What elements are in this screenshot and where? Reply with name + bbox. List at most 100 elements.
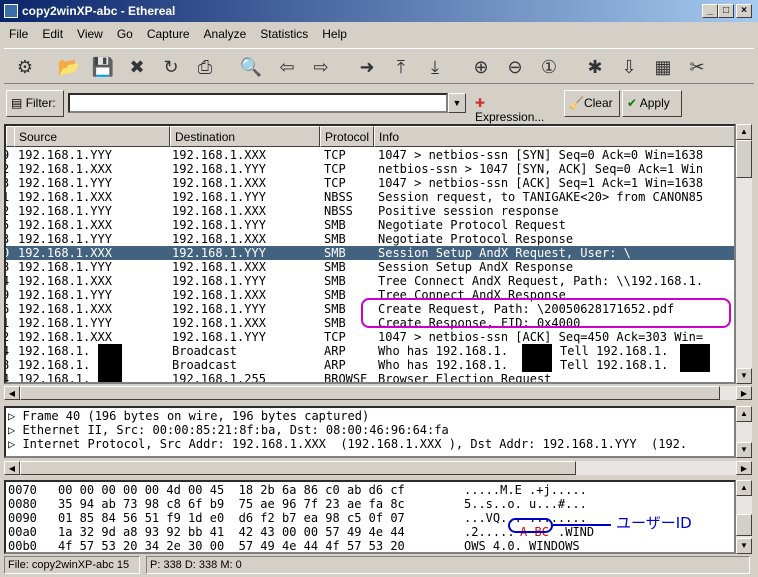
scroll-down-arrow[interactable]: ▼ <box>736 538 752 554</box>
zoom-100-icon[interactable]: ① <box>536 54 562 80</box>
packet-row[interactable]: 4 192.168.1. Broadcast ARP Who has 192.168.1… <box>6 344 734 358</box>
packet-row[interactable]: 2 192.168.1.YYY 192.168.1.XXX NBSS Positive … <box>6 204 734 218</box>
column-header-source[interactable]: Source <box>14 126 170 147</box>
maximize-button[interactable]: □ <box>718 4 734 18</box>
display-filter-icon[interactable]: ⇩ <box>616 54 642 80</box>
apply-button[interactable]: ✔ Apply <box>622 90 682 117</box>
scroll-thumb[interactable] <box>736 514 752 536</box>
back-icon[interactable]: ⇦ <box>274 54 300 80</box>
scroll-right-arrow[interactable]: ▶ <box>736 386 752 400</box>
packet-list-hscrollbar[interactable]: ◀ ▶ <box>4 386 752 400</box>
packet-row[interactable]: 3 192.168.1.YYY 192.168.1.XXX SMB Negotiate … <box>6 232 734 246</box>
packet-list[interactable]: Source Destination Protocol Info 9 192.16… <box>4 124 736 384</box>
menu-file[interactable]: File <box>0 24 33 41</box>
packet-destination: 192.168.1.YYY <box>172 302 266 316</box>
column-header-destination[interactable]: Destination <box>170 126 320 147</box>
packet-destination: 192.168.1.XXX <box>172 260 266 274</box>
minimize-button[interactable]: _ <box>702 4 718 18</box>
save-icon[interactable]: 💾 <box>90 54 116 80</box>
hscroll-thumb[interactable] <box>20 461 576 475</box>
scroll-down-arrow[interactable]: ▼ <box>736 368 752 384</box>
filter-input[interactable] <box>68 93 448 113</box>
packet-info: Who has 192.168.1. <box>378 344 509 358</box>
packet-protocol: SMB <box>324 246 346 260</box>
packet-source: 192.168.1.XXX <box>18 190 112 204</box>
packet-protocol: TCP <box>324 148 346 162</box>
menu-view[interactable]: View <box>68 24 108 41</box>
packet-row[interactable]: 4 192.168.1.XXX 192.168.1.YYY SMB Tree Conne… <box>6 274 734 288</box>
ascii-text: OWS 4.0. WINDOWS <box>464 539 580 553</box>
packet-info: 1047 > netbios-ssn [ACK] Seq=1 Ack=1 Win… <box>378 176 704 190</box>
expression-button[interactable]: ✚ Expression... <box>470 90 560 124</box>
menu-statistics[interactable]: Statistics <box>251 24 313 41</box>
packet-info: Session request, to TANIGAKE<20> from CA… <box>378 190 704 204</box>
details-scrollbar[interactable]: ▲ ▼ <box>736 406 752 458</box>
menu-go[interactable]: Go <box>108 24 138 41</box>
scroll-right-arrow[interactable]: ▶ <box>736 461 752 475</box>
detail-tree-item[interactable]: ▷ Internet Protocol, Src Addr: 192.168.1… <box>8 437 732 451</box>
packet-row[interactable]: 0 192.168.1.XXX 192.168.1.YYY SMB Session Se… <box>6 246 734 260</box>
clear-button[interactable]: 🧹Clear <box>564 90 620 117</box>
print-icon[interactable]: ⎙ <box>192 54 218 80</box>
packet-row[interactable]: 1 192.168.1.XXX 192.168.1.YYY NBSS Session r… <box>6 190 734 204</box>
menu-capture[interactable]: Capture <box>138 24 195 41</box>
detail-tree-item[interactable]: ▷ Ethernet II, Src: 00:00:85:21:8f:ba, D… <box>8 423 732 437</box>
menu-help[interactable]: Help <box>313 24 352 41</box>
menu-analyze[interactable]: Analyze <box>195 24 252 41</box>
open-file-icon[interactable]: 📂 <box>56 54 82 80</box>
close-icon[interactable]: ✖ <box>124 54 150 80</box>
packet-destination: Broadcast <box>172 344 238 358</box>
zoom-out-icon[interactable]: ⊖ <box>502 54 528 80</box>
bytes-scrollbar[interactable]: ▲ ▼ <box>736 480 752 554</box>
packet-info: Negotiate Protocol Response <box>378 232 574 246</box>
scroll-up-arrow[interactable]: ▲ <box>736 480 752 496</box>
details-hscrollbar[interactable]: ◀ ▶ <box>4 461 752 475</box>
capture-filter-icon[interactable]: ✱ <box>582 54 608 80</box>
packet-row[interactable]: 4 192.168.1. 192.168.1.255 BROWSE Browser El… <box>6 372 734 384</box>
last-icon[interactable]: ⤓ <box>422 54 448 80</box>
packet-source: 192.168.1.YYY <box>18 260 112 274</box>
highlight-box <box>361 298 731 328</box>
column-header-info[interactable]: Info <box>374 126 734 147</box>
open-interfaces-icon[interactable]: ⚙ <box>12 54 38 80</box>
first-icon[interactable]: ⤒ <box>388 54 414 80</box>
find-icon[interactable]: 🔍 <box>238 54 264 80</box>
filter-bar: ▤ Filter: ▼ ✚ Expression... 🧹Clear ✔ App… <box>4 88 754 124</box>
packet-row[interactable]: 8 192.168.1. Broadcast ARP Who has 192.168.1… <box>6 358 734 372</box>
forward-icon[interactable]: ⇨ <box>308 54 334 80</box>
packet-source: 192.168.1. <box>18 344 91 358</box>
scroll-thumb[interactable] <box>736 140 752 178</box>
go-to-icon[interactable]: ➜ <box>354 54 380 80</box>
expand-arrow-icon[interactable]: ▷ <box>8 409 22 423</box>
scroll-down-arrow[interactable]: ▼ <box>736 442 752 458</box>
coloring-icon[interactable]: ▦ <box>650 54 676 80</box>
expand-arrow-icon[interactable]: ▷ <box>8 423 22 437</box>
packet-row[interactable]: 3 192.168.1.YYY 192.168.1.XXX TCP 1047 > net… <box>6 176 734 190</box>
scroll-up-arrow[interactable]: ▲ <box>736 124 752 140</box>
detail-tree-item[interactable]: ▷ Frame 40 (196 bytes on wire, 196 bytes… <box>8 409 732 423</box>
packet-row[interactable]: 8 192.168.1.YYY 192.168.1.XXX SMB Session Se… <box>6 260 734 274</box>
packet-list-scrollbar[interactable]: ▲ ▼ <box>736 124 752 384</box>
hscroll-thumb[interactable] <box>20 386 720 400</box>
reload-icon[interactable]: ↻ <box>158 54 184 80</box>
close-button[interactable]: × <box>736 4 752 18</box>
packet-no: 2 <box>6 330 9 344</box>
scroll-left-arrow[interactable]: ◀ <box>4 386 20 400</box>
menu-edit[interactable]: Edit <box>33 24 68 41</box>
packet-row[interactable]: 9 192.168.1.YYY 192.168.1.XXX TCP 1047 > net… <box>6 148 734 162</box>
preferences-icon[interactable]: ✂ <box>684 54 710 80</box>
expand-arrow-icon[interactable]: ▷ <box>8 437 22 451</box>
packet-row[interactable]: 2 192.168.1.XXX 192.168.1.YYY TCP netbios-ss… <box>6 162 734 176</box>
packet-details[interactable]: ▷ Frame 40 (196 bytes on wire, 196 bytes… <box>4 406 736 458</box>
scroll-up-arrow[interactable]: ▲ <box>736 406 752 422</box>
column-header-protocol[interactable]: Protocol <box>320 126 374 147</box>
zoom-in-icon[interactable]: ⊕ <box>468 54 494 80</box>
packet-protocol: SMB <box>324 274 346 288</box>
scroll-left-arrow[interactable]: ◀ <box>4 461 20 475</box>
filter-button[interactable]: ▤ Filter: <box>6 90 64 117</box>
redacted-block <box>522 358 552 372</box>
packet-row[interactable]: 2 192.168.1.XXX 192.168.1.YYY TCP 1047 > net… <box>6 330 734 344</box>
packet-row[interactable]: 5 192.168.1.XXX 192.168.1.YYY SMB Negotiate … <box>6 218 734 232</box>
packet-info: Browser Election Request <box>378 372 552 384</box>
filter-dropdown[interactable]: ▼ <box>448 93 466 113</box>
